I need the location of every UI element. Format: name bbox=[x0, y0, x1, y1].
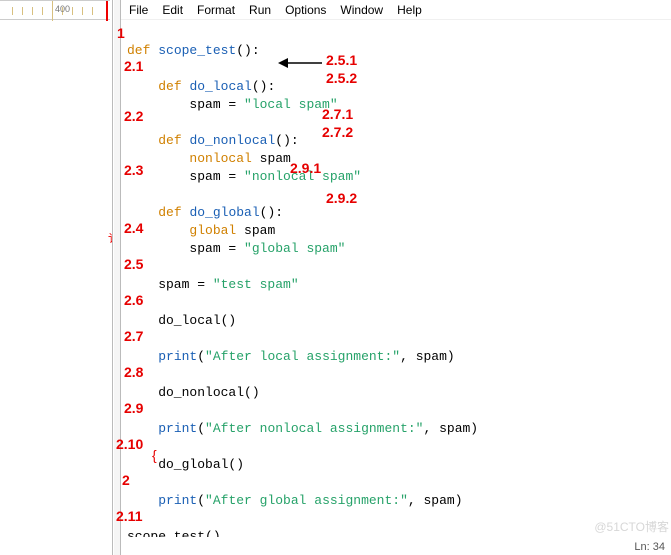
code-area[interactable]: def scope_test(): def do_local(): spam =… bbox=[121, 20, 671, 537]
menubar: File Edit Format Run Options Window Help bbox=[121, 0, 671, 20]
ruler: 400 bbox=[0, 0, 110, 20]
kw-def: def bbox=[158, 79, 181, 94]
str-after-global: "After global assignment:" bbox=[205, 493, 408, 508]
menu-options[interactable]: Options bbox=[285, 3, 326, 17]
fn-do-global: do_global bbox=[189, 205, 259, 220]
watermark: @51CTO博客 bbox=[594, 518, 669, 535]
pane-divider[interactable] bbox=[112, 0, 121, 555]
fn-print: print bbox=[158, 421, 197, 436]
str-local: "local spam" bbox=[244, 97, 338, 112]
str-after-nonlocal: "After nonlocal assignment:" bbox=[205, 421, 423, 436]
kw-def: def bbox=[158, 205, 181, 220]
kw-def: def bbox=[127, 43, 150, 58]
menu-edit[interactable]: Edit bbox=[162, 3, 183, 17]
str-global: "global spam" bbox=[244, 241, 345, 256]
fn-scope-test: scope_test bbox=[158, 43, 236, 58]
kw-def: def bbox=[158, 133, 181, 148]
menu-file[interactable]: File bbox=[129, 3, 148, 17]
menu-format[interactable]: Format bbox=[197, 3, 235, 17]
left-panel: 400 讠 bbox=[0, 0, 112, 555]
kw-global: global bbox=[189, 223, 236, 238]
str-after-local: "After local assignment:" bbox=[205, 349, 400, 364]
status-ln: Ln: 34 bbox=[634, 541, 665, 553]
fn-print: print bbox=[158, 349, 197, 364]
status-bar: Ln: 34 bbox=[121, 537, 671, 555]
kw-nonlocal: nonlocal bbox=[189, 151, 251, 166]
str-nonlocal: "nonlocal spam" bbox=[244, 169, 361, 184]
menu-help[interactable]: Help bbox=[397, 3, 422, 17]
editor-window: File Edit Format Run Options Window Help… bbox=[121, 0, 671, 555]
str-test: "test spam" bbox=[213, 277, 299, 292]
ruler-tick-400: 400 bbox=[55, 4, 70, 14]
fn-print: print bbox=[158, 493, 197, 508]
menu-window[interactable]: Window bbox=[340, 3, 383, 17]
menu-run[interactable]: Run bbox=[249, 3, 271, 17]
fn-do-local: do_local bbox=[189, 79, 251, 94]
fn-do-nonlocal: do_nonlocal bbox=[189, 133, 275, 148]
